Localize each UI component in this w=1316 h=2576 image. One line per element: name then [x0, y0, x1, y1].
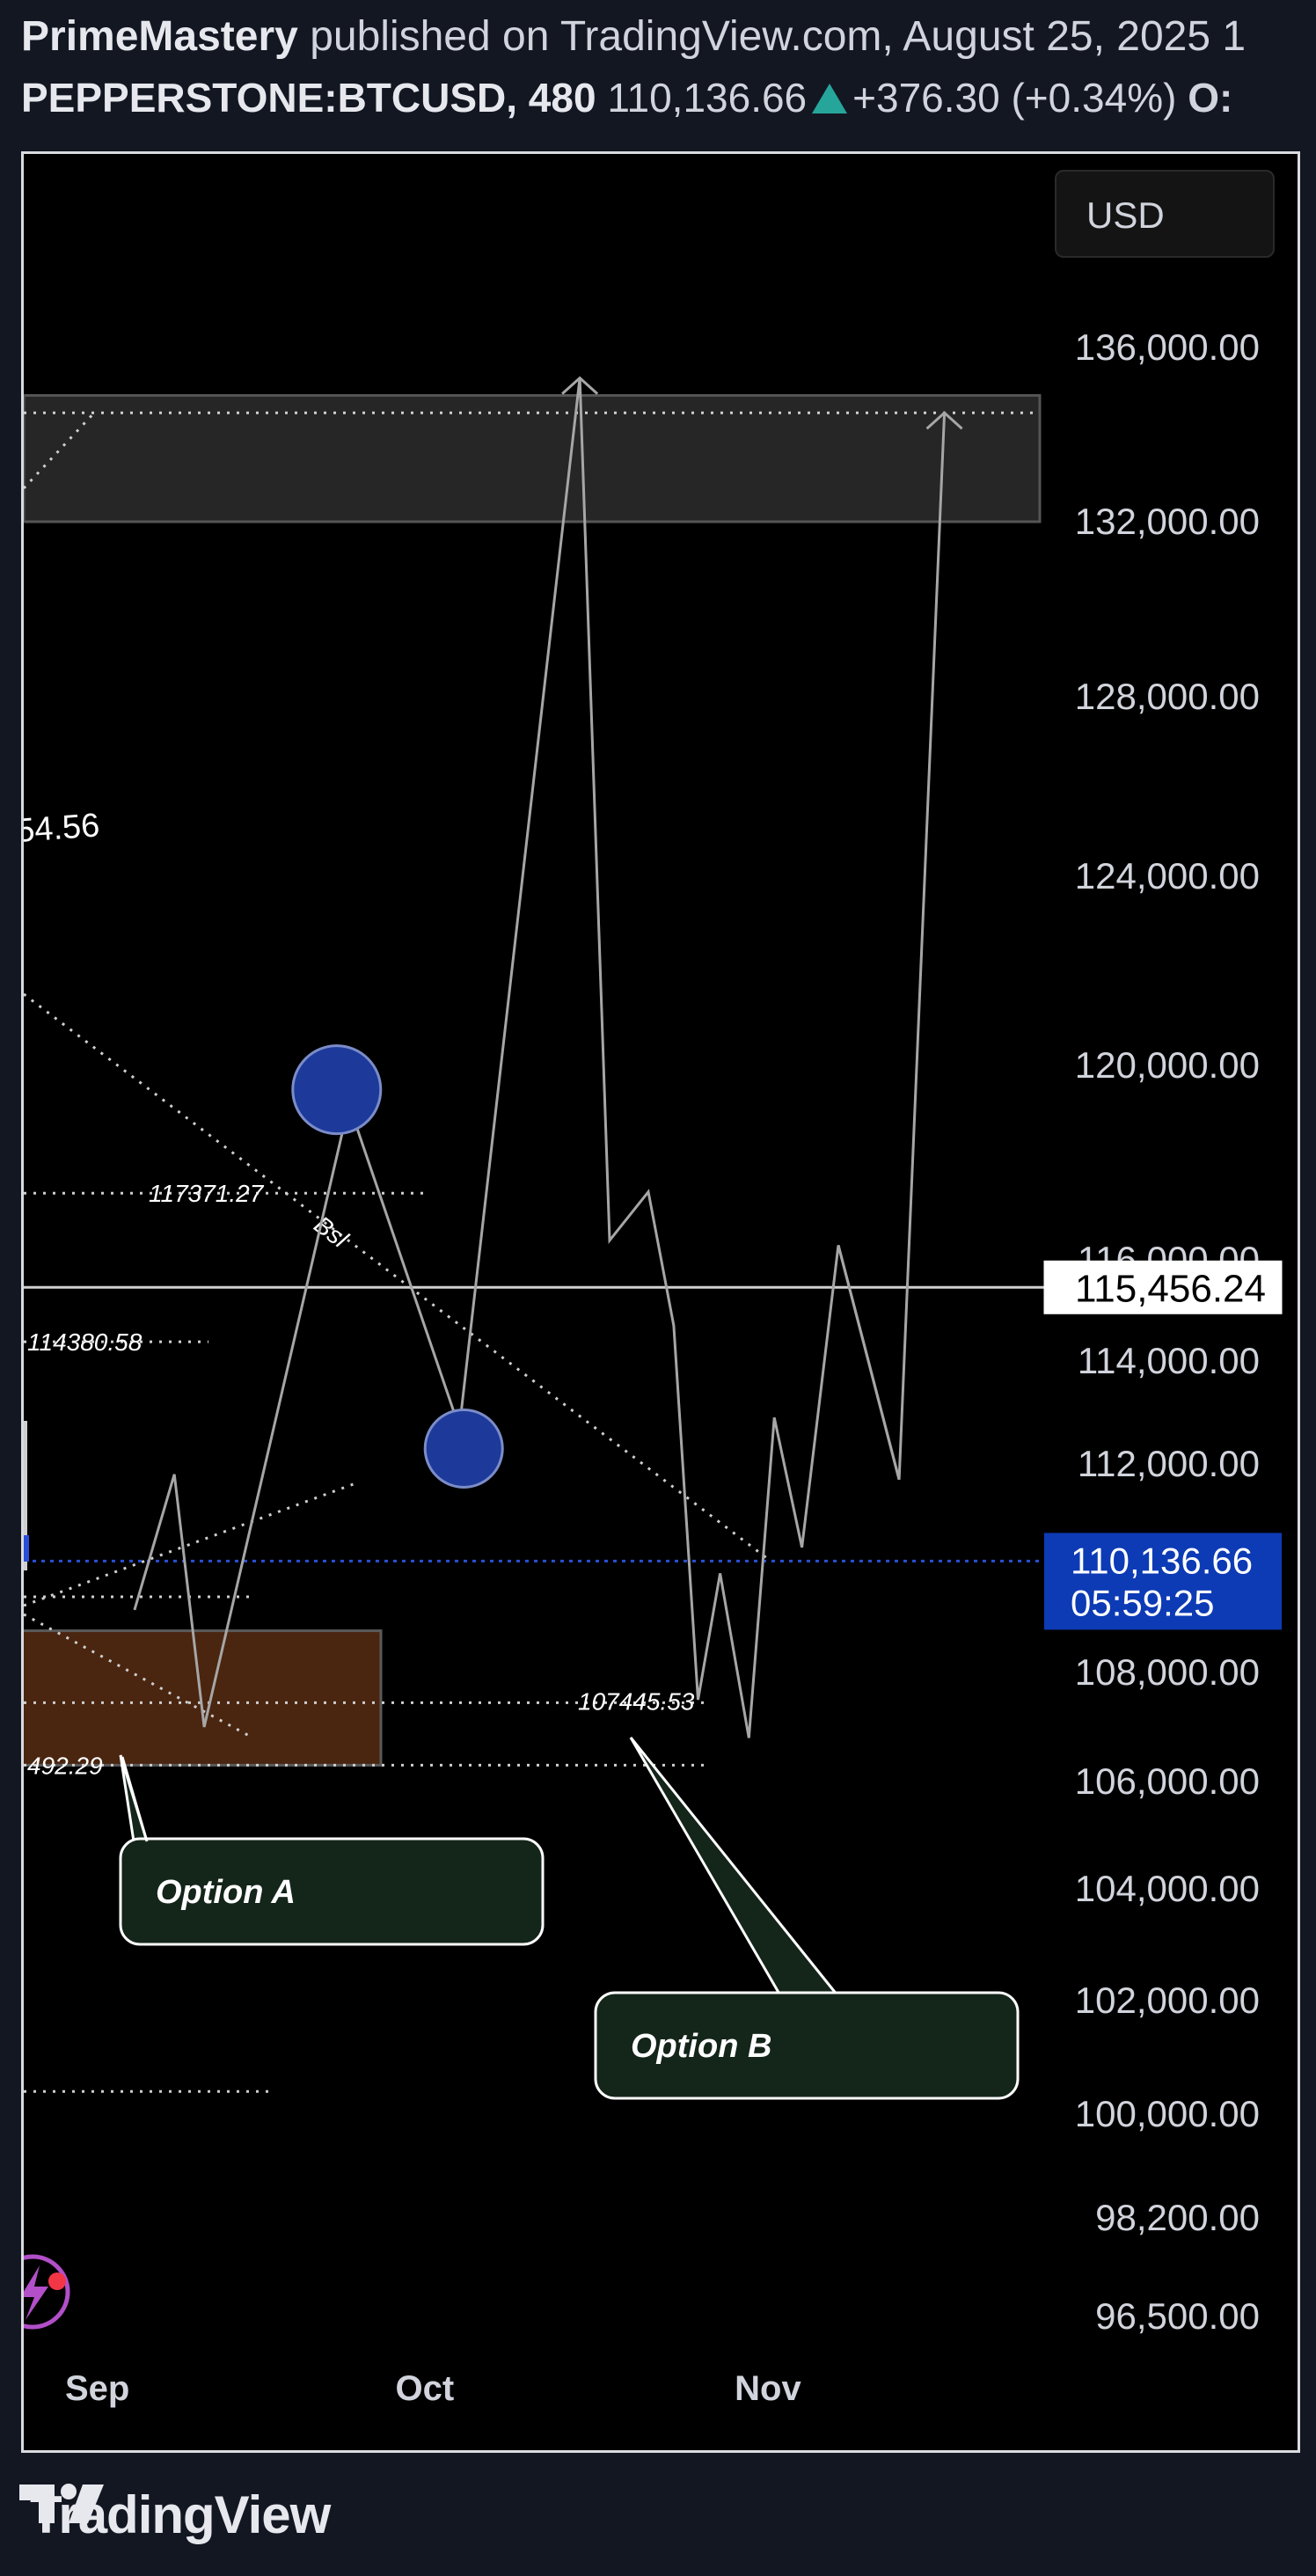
supply-zone: [24, 393, 1042, 523]
tradingview-logo-icon: [19, 2484, 104, 2523]
demand-zone: [24, 1629, 383, 1767]
time-tick-label: Oct: [396, 2369, 455, 2408]
publication-header: PrimeMastery published on TradingView.co…: [21, 12, 1316, 61]
price-tick-label: 108,000.00: [1075, 1651, 1260, 1693]
price-tick-label: 136,000.00: [1075, 326, 1260, 368]
price-tick-label: 114,000.00: [1078, 1340, 1260, 1381]
symbol-header: PEPPERSTONE:BTCUSD, 480 110,136.66 +376.3…: [21, 74, 1316, 121]
trendline-bsl: [24, 992, 772, 1563]
level-label-117371: 117371.27: [149, 1180, 265, 1207]
level-label-492: 492.29: [27, 1752, 103, 1779]
lightning-icon: [24, 2265, 48, 2320]
price-change: +376.30 (+0.34%): [852, 75, 1177, 121]
current-price-tag-price: 110,136.66: [1071, 1540, 1253, 1581]
price-tick-label: 96,500.00: [1095, 2295, 1260, 2337]
price-tick-label: 120,000.00: [1075, 1044, 1260, 1086]
author-name[interactable]: PrimeMastery: [21, 13, 298, 60]
price-tick-label: 124,000.00: [1075, 855, 1260, 896]
level-price-tag-text: 115,456.24: [1075, 1267, 1266, 1310]
price-tick-label: 128,000.00: [1075, 676, 1260, 717]
price-tick-label: 106,000.00: [1075, 1760, 1260, 1802]
price-tick-label: 104,000.00: [1075, 1868, 1260, 1909]
price-tick-label: 98,200.00: [1095, 2197, 1260, 2238]
alert-badge-icon: [48, 2272, 66, 2290]
edge-mark-blue: [24, 1535, 29, 1562]
last-price: 110,136.66: [607, 75, 808, 121]
price-tick-label: 100,000.00: [1075, 2093, 1260, 2134]
callout-option-b-tail: [629, 1737, 839, 1996]
level-label-54: 54.56: [24, 807, 101, 850]
published-text: published on TradingView.com, August 25,…: [310, 13, 1247, 60]
callout-option-b: Option B: [594, 1737, 1020, 2100]
projection-path-a: [133, 377, 901, 1738]
time-tick-label: Sep: [65, 2369, 129, 2408]
up-arrow-icon: [812, 84, 848, 113]
price-tick-label: 132,000.00: [1075, 501, 1260, 542]
rising-dotted-line: [24, 1481, 359, 1607]
price-tick-label: 112,000.00: [1078, 1443, 1260, 1484]
highlight-circle-1: [291, 1044, 383, 1136]
callout-option-a-label: Option A: [156, 1874, 296, 1911]
tradingview-logo[interactable]: TradingView: [19, 2479, 331, 2550]
price-tick-label: 102,000.00: [1075, 1980, 1260, 2021]
callout-option-b-label: Option B: [631, 2028, 771, 2065]
projection-path-b: [837, 413, 947, 1481]
level-label-114380: 114380.58: [27, 1328, 143, 1356]
highlight-circle-2: [423, 1408, 504, 1489]
time-tick-label: Nov: [735, 2369, 801, 2408]
symbol-interval: PEPPERSTONE:BTCUSD, 480: [21, 75, 596, 121]
chart-frame[interactable]: 117371.27 114380.58 107445.53 492.29 54.56 Bs…: [21, 151, 1300, 2453]
ohlc-label: O:: [1188, 75, 1233, 121]
chart-canvas[interactable]: 117371.27114380.58107445.53492.2954.56Bs…: [24, 154, 1298, 2450]
level-label-107445: 107445.53: [578, 1687, 695, 1715]
bar-countdown: 05:59:25: [1071, 1582, 1215, 1623]
currency-unit-button[interactable]: USD: [1055, 170, 1275, 258]
callout-option-a: Option A: [119, 1754, 545, 1946]
